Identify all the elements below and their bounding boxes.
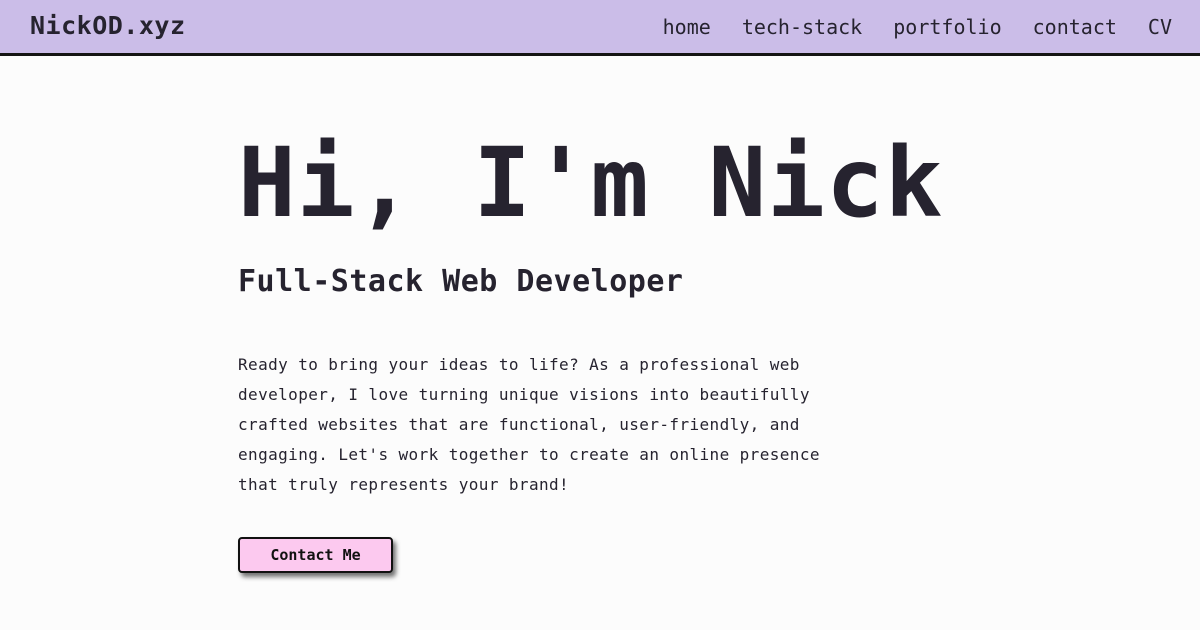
nav-link-portfolio[interactable]: portfolio [893, 15, 1001, 39]
contact-me-button[interactable]: Contact Me [238, 537, 393, 573]
nav-link-tech-stack[interactable]: tech-stack [742, 15, 862, 39]
nav-link-contact[interactable]: contact [1033, 15, 1117, 39]
hero-section: Hi, I'm Nick Full-Stack Web Developer Re… [238, 128, 998, 500]
hero-subtitle: Full-Stack Web Developer [238, 264, 684, 299]
nav-link-home[interactable]: home [663, 15, 711, 39]
nav-menu: home tech-stack portfolio contact CV [663, 15, 1172, 39]
brand-logo-link[interactable]: NickOD.xyz [30, 11, 186, 40]
nav-link-cv[interactable]: CV [1148, 15, 1172, 39]
hero-title: Hi, I'm Nick [238, 127, 944, 239]
hero-description: Ready to bring your ideas to life? As a … [238, 355, 820, 494]
navbar: NickOD.xyz home tech-stack portfolio con… [0, 0, 1200, 56]
